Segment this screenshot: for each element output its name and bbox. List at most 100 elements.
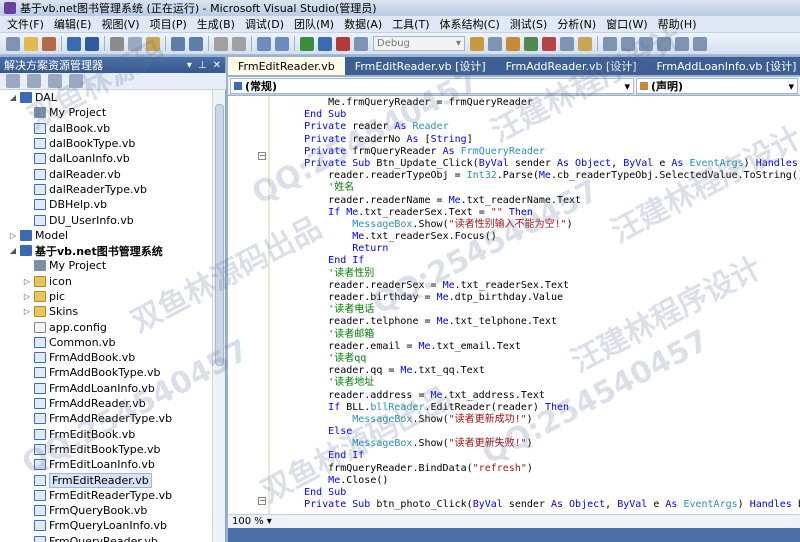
tree-item[interactable]: dalReader.vb: [0, 166, 212, 181]
new-project-icon[interactable]: [6, 36, 20, 51]
window-position-icon[interactable]: ▾: [187, 60, 192, 71]
menu-item[interactable]: 分析(N): [552, 16, 601, 32]
menu-item[interactable]: 编辑(E): [49, 16, 97, 32]
tree-item[interactable]: FrmQueryReader.vb: [0, 534, 212, 542]
expand-toggle-icon[interactable]: ▷: [8, 231, 18, 240]
continue-icon[interactable]: [300, 36, 314, 51]
comment-icon[interactable]: [171, 36, 185, 51]
menu-item[interactable]: 工具(T): [387, 16, 434, 32]
undo-icon[interactable]: [214, 36, 228, 51]
menu-item[interactable]: 团队(M): [289, 16, 339, 32]
menu-item[interactable]: 项目(P): [145, 16, 192, 32]
solution-explorer-icon[interactable]: [488, 36, 502, 51]
break-all-icon[interactable]: [318, 36, 332, 51]
object-browser-icon[interactable]: [542, 36, 556, 51]
tree-item[interactable]: dalBook.vb: [0, 121, 212, 136]
hex-display-icon[interactable]: [657, 36, 671, 51]
save-all-icon[interactable]: [85, 36, 99, 51]
scrollbar-thumb[interactable]: [215, 104, 224, 366]
view-code-icon[interactable]: [69, 74, 83, 88]
menu-item[interactable]: 窗口(W): [601, 16, 652, 32]
tree-item[interactable]: FrmAddLoanInfo.vb: [0, 381, 212, 396]
show-all-files-icon[interactable]: [27, 74, 41, 88]
tree-item[interactable]: FrmQueryBook.vb: [0, 503, 212, 518]
tree-item[interactable]: ◢ 基于vb.net图书管理系统: [0, 243, 212, 258]
properties-icon[interactable]: [506, 36, 520, 51]
menu-item[interactable]: 生成(B): [192, 16, 240, 32]
paste-icon[interactable]: [146, 36, 160, 51]
document-tab[interactable]: FrmEditReader.vb: [228, 57, 345, 75]
tree-item[interactable]: ▷ Model: [0, 228, 212, 243]
toolbox-icon[interactable]: [524, 36, 538, 51]
zoom-level[interactable]: 100 %: [232, 516, 264, 527]
member-dropdown[interactable]: (声明) ▾: [636, 78, 798, 94]
tree-item[interactable]: FrmQueryLoanInfo.vb: [0, 518, 212, 533]
save-icon[interactable]: [67, 36, 81, 51]
pin-icon[interactable]: ⊥: [198, 60, 207, 71]
tree-item[interactable]: ▷ Skins: [0, 304, 212, 319]
show-next-statement-icon[interactable]: [603, 36, 617, 51]
uncomment-icon[interactable]: [189, 36, 203, 51]
tree-item[interactable]: FrmAddBook.vb: [0, 350, 212, 365]
stop-debugging-icon[interactable]: [336, 36, 350, 51]
menu-item[interactable]: 数据(A): [339, 16, 387, 32]
tree-item[interactable]: FrmEditReaderType.vb: [0, 488, 212, 503]
tree-item[interactable]: Common.vb: [0, 335, 212, 350]
menu-item[interactable]: 测试(S): [505, 16, 553, 32]
tree-item[interactable]: DU_UserInfo.vb: [0, 212, 212, 227]
copy-icon[interactable]: [128, 36, 142, 51]
document-tab[interactable]: FrmEditReader.vb [设计]: [345, 57, 496, 75]
code-text[interactable]: Me.frmQueryReader = frmQueryReader End S…: [280, 97, 800, 511]
expand-toggle-icon[interactable]: ◢: [8, 93, 18, 102]
menu-item[interactable]: 体系结构(C): [435, 16, 505, 32]
tree-item[interactable]: FrmAddBookType.vb: [0, 365, 212, 380]
menu-item[interactable]: 调试(D): [240, 16, 289, 32]
document-tab[interactable]: FrmAddLoanInfo.vb [设计]: [647, 57, 800, 75]
solution-tree-scrollbar[interactable]: [212, 90, 225, 542]
tree-item[interactable]: FrmEditBookType.vb: [0, 442, 212, 457]
chevron-down-icon[interactable]: ▾: [267, 516, 272, 527]
tree-item[interactable]: My Project: [0, 105, 212, 120]
close-icon[interactable]: ✕: [213, 60, 221, 71]
tree-item[interactable]: dalLoanInfo.vb: [0, 151, 212, 166]
tree-item[interactable]: dalBookType.vb: [0, 136, 212, 151]
find-icon[interactable]: [470, 36, 484, 51]
tree-item[interactable]: FrmEditReader.vb: [0, 472, 212, 488]
tree-item[interactable]: FrmAddReader.vb: [0, 396, 212, 411]
expand-toggle-icon[interactable]: ▷: [22, 292, 32, 301]
menu-item[interactable]: 视图(V): [96, 16, 144, 32]
menu-item[interactable]: 帮助(H): [653, 16, 702, 32]
tree-item[interactable]: FrmEditBook.vb: [0, 427, 212, 442]
refresh-icon[interactable]: [48, 74, 62, 88]
navigate-back-icon[interactable]: [257, 36, 271, 51]
step-over-icon[interactable]: [621, 36, 635, 51]
expand-toggle-icon[interactable]: ◢: [8, 246, 18, 255]
tree-item[interactable]: app.config: [0, 319, 212, 334]
breakpoints-window-icon[interactable]: [675, 36, 689, 51]
tree-item[interactable]: FrmAddReaderType.vb: [0, 411, 212, 426]
open-file-icon[interactable]: [24, 36, 38, 51]
cut-icon[interactable]: [110, 36, 124, 51]
horizontal-scrollbar[interactable]: [288, 516, 794, 526]
tree-item[interactable]: ▷ icon: [0, 274, 212, 289]
output-window-icon[interactable]: [693, 36, 707, 51]
code-editor[interactable]: − − Me.frmQueryReader = frmQueryReader E…: [228, 96, 800, 514]
tree-item[interactable]: My Project: [0, 258, 212, 273]
tree-item[interactable]: ▷ pic: [0, 289, 212, 304]
step-out-icon[interactable]: [639, 36, 653, 51]
navigate-forward-icon[interactable]: [275, 36, 289, 51]
expand-toggle-icon[interactable]: ▷: [22, 277, 32, 286]
tree-item[interactable]: dalReaderType.vb: [0, 182, 212, 197]
start-page-icon[interactable]: [560, 36, 574, 51]
menu-item[interactable]: 文件(F): [2, 16, 49, 32]
extension-manager-icon[interactable]: [578, 36, 592, 51]
tree-item[interactable]: ◢ DAL: [0, 90, 212, 105]
class-dropdown[interactable]: (常规) ▾: [230, 78, 634, 94]
tree-item[interactable]: FrmEditLoanInfo.vb: [0, 457, 212, 472]
expand-toggle-icon[interactable]: ▷: [22, 307, 32, 316]
collapse-icon[interactable]: −: [258, 497, 266, 505]
solution-configuration-dropdown[interactable]: Debug ▾: [373, 36, 465, 51]
redo-icon[interactable]: [232, 36, 246, 51]
add-item-icon[interactable]: [42, 36, 56, 51]
collapse-icon[interactable]: −: [258, 152, 266, 160]
